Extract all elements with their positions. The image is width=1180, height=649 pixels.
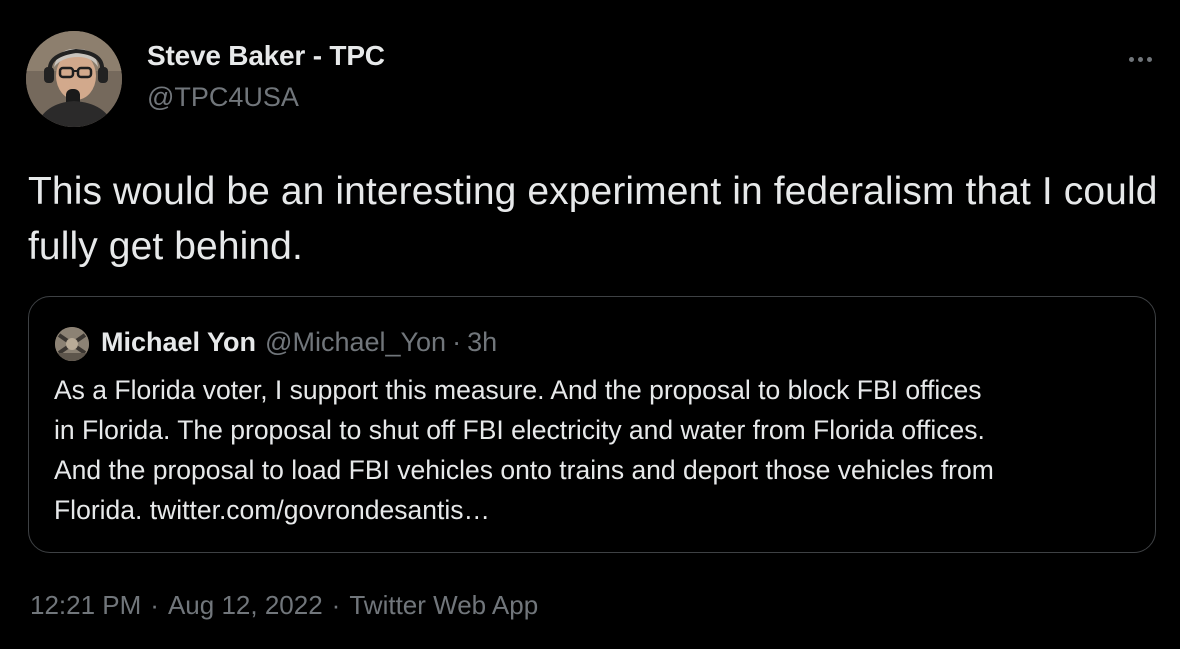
more-horizontal-icon — [1128, 56, 1134, 62]
meta-separator: · — [150, 590, 159, 620]
quoted-tweet-card[interactable]: Michael Yon @Michael_Yon · 3h As a Flori… — [28, 296, 1156, 553]
tweet-date[interactable]: Aug 12, 2022 — [168, 590, 323, 621]
meta-separator: · — [331, 590, 341, 620]
quoted-text-line: And the proposal to load FBI vehicles on… — [54, 455, 994, 485]
more-horizontal-icon-dot-3 — [1146, 56, 1152, 62]
quoted-author-handle: @Michael_Yon — [265, 327, 447, 357]
quoted-text-line: Florida. twitter.com/govrondesantis… — [54, 495, 490, 525]
tweet-detail: Steve Baker - TPC @TPC4USA This would be… — [0, 0, 1180, 649]
quoted-tweet-time: 3h — [467, 327, 498, 357]
tweet-time[interactable]: 12:21 PM — [30, 590, 141, 621]
more-options-button[interactable] — [1120, 47, 1160, 71]
author-name[interactable]: Steve Baker - TPC — [147, 40, 385, 72]
tweet-text: This would be an interesting experiment … — [28, 170, 1158, 268]
more-horizontal-icon-dot-2 — [1137, 56, 1143, 62]
quoted-text-line: As a Florida voter, I support this measu… — [54, 375, 982, 405]
author-handle[interactable]: @TPC4USA — [147, 82, 299, 113]
quoted-tweet-header: Michael Yon @Michael_Yon · 3h — [101, 327, 497, 358]
quoted-tweet-text: As a Florida voter, I support this measu… — [54, 370, 1144, 530]
quoted-separator: · — [452, 327, 462, 357]
tweet-metadata: 12:21 PM · Aug 12, 2022 · Twitter Web Ap… — [30, 590, 538, 621]
author-avatar[interactable] — [26, 31, 122, 127]
quoted-text-line: in Florida. The proposal to shut off FBI… — [54, 415, 985, 445]
quoted-author-avatar — [55, 327, 89, 361]
tweet-source-link[interactable]: Twitter Web App — [349, 590, 538, 621]
quoted-author-name: Michael Yon — [101, 327, 257, 357]
